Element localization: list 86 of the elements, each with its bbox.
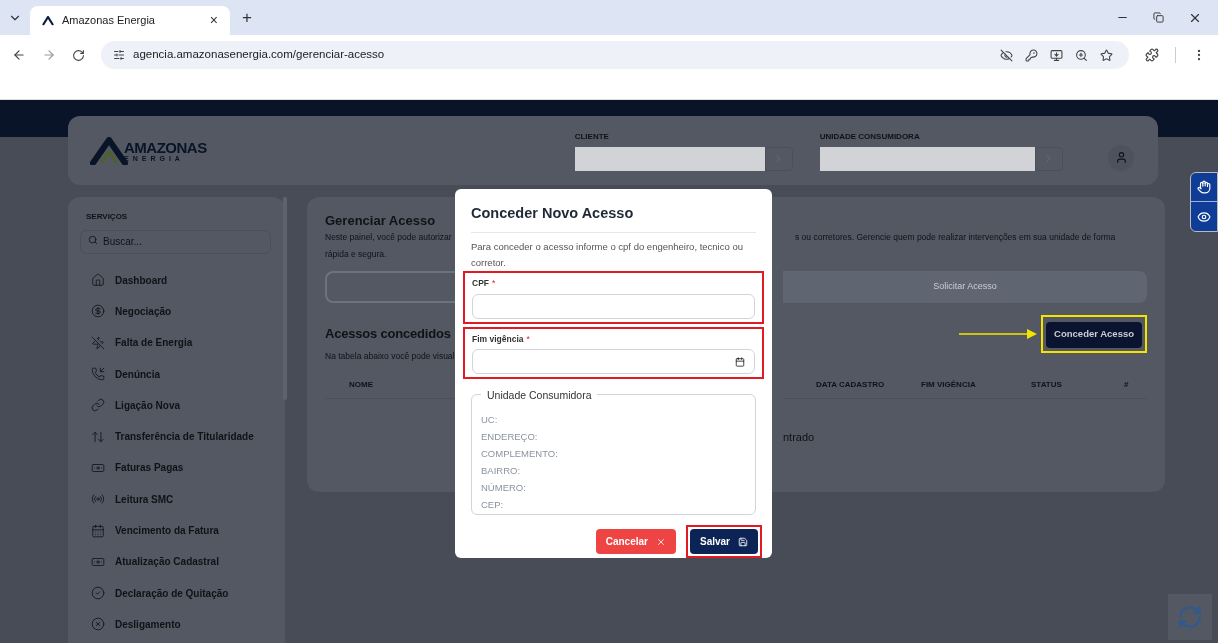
search-icon: [88, 235, 98, 245]
field-label: CLIENTE: [574, 130, 610, 143]
tab-title: Amazonas Energia: [62, 13, 156, 29]
favicon-icon: [42, 15, 54, 26]
select-button[interactable]: [1034, 146, 1063, 171]
user-icon: [1114, 151, 1128, 164]
bookmark-icon[interactable]: [1100, 48, 1113, 62]
save-icon: [738, 536, 748, 547]
info-line: BAIRRO:: [481, 464, 522, 479]
required-mark: *: [492, 276, 496, 290]
lightning-off-icon: [91, 335, 105, 350]
info-line: COMPLEMENTO:: [481, 447, 559, 462]
section-text: Na tabela abaixo você pode visual: [325, 350, 456, 363]
input-field[interactable]: [472, 293, 755, 319]
required-mark: *: [526, 332, 530, 346]
eye-icon[interactable]: [1197, 209, 1211, 224]
phone-icon: [91, 367, 105, 382]
url-text: agencia.amazonasenergia.com/gerenciar-acesso: [133, 47, 386, 63]
info-line: UC:: [481, 413, 499, 428]
dollar-icon: [91, 304, 105, 319]
logo-text: AMAZONAS: [124, 139, 207, 155]
cancel-button[interactable]: Cancelar: [595, 529, 676, 554]
dialog-description: Para conceder o acesso informe o cpf do engenheiro, tecnico ou corretor.: [471, 239, 744, 270]
sidebar-item[interactable]: Ligação Nova: [115, 397, 181, 413]
arrows-icon: [91, 429, 105, 444]
request-access-button[interactable]: Solicitar Acesso: [783, 271, 1147, 303]
field-label: Fim vigência: [472, 332, 524, 346]
link-icon: [91, 398, 105, 413]
column-header: #: [1124, 378, 1130, 391]
column-header: STATUS: [1031, 378, 1063, 391]
key-icon[interactable]: [1025, 48, 1038, 62]
column-header: FIM VIGÊNCIA: [921, 378, 977, 391]
description-text: s ou corretores. Gerencie quem pode realizar intervenções em sua unidade de forma: [794, 231, 1117, 244]
field-label: UNIDADE CONSUMIDORA: [819, 130, 921, 143]
close-icon: [655, 536, 666, 547]
forward-icon[interactable]: [42, 48, 56, 62]
sidebar-heading: SERVIÇOS: [85, 211, 129, 223]
save-button[interactable]: Salvar: [689, 529, 758, 554]
search-field[interactable]: Buscar...: [80, 229, 271, 254]
browser-tab[interactable]: Amazonas Energia ×: [30, 6, 230, 35]
sign-language-icon[interactable]: [1197, 180, 1211, 194]
recaptcha-icon: [1177, 604, 1203, 630]
date-field[interactable]: [472, 349, 755, 375]
dialog-title: Conceder Novo Acesso: [471, 203, 756, 233]
info-line: CEP:: [481, 498, 505, 513]
sidebar-item[interactable]: Desligamento: [115, 616, 181, 632]
restore-icon[interactable]: [1153, 12, 1164, 23]
sidebar-item[interactable]: Falta de Energia: [115, 335, 193, 351]
sidebar-item[interactable]: Denúncia: [115, 366, 160, 382]
signal-icon: [91, 492, 105, 507]
reload-icon[interactable]: [72, 48, 85, 62]
description-text: Neste painel, você pode autorizar: [325, 231, 453, 244]
extensions-icon[interactable]: [1145, 48, 1159, 62]
column-header: DATA CADASTRO: [816, 378, 886, 391]
field-label: CPF: [472, 276, 489, 290]
select-button[interactable]: [764, 146, 793, 171]
page-title: Gerenciar Acesso: [325, 212, 437, 229]
sidebar-item[interactable]: Negociação: [115, 303, 172, 319]
site-info-icon[interactable]: [113, 49, 125, 61]
x-circle-icon: [91, 617, 105, 632]
sidebar-item[interactable]: Leitura SMC: [115, 491, 174, 507]
sidebar-item[interactable]: Dashboard: [115, 272, 168, 288]
address-field[interactable]: agencia.amazonasenergia.com/gerenciar-acesso: [101, 41, 1129, 69]
grant-access-button[interactable]: Conceder Acesso: [1046, 321, 1142, 348]
check-circle-icon: [91, 586, 105, 601]
description-text: rápida e segura.: [325, 248, 388, 261]
new-tab-button[interactable]: +: [242, 4, 252, 31]
install-icon[interactable]: [1050, 48, 1063, 62]
zoom-icon[interactable]: [1075, 48, 1088, 62]
eye-off-icon[interactable]: [1000, 48, 1013, 62]
sidebar-item[interactable]: Declaração de Quitação: [115, 585, 229, 601]
column-header: NOME: [349, 378, 373, 391]
sidebar-item[interactable]: Transferência de Titularidade: [115, 429, 254, 445]
house-icon: [91, 273, 105, 288]
section-title: Acessos concedidos: [325, 325, 452, 343]
user-button[interactable]: [1108, 144, 1134, 171]
info-line: NÚMERO:: [481, 481, 527, 496]
sidebar-item[interactable]: Atualização Cadastral: [115, 554, 219, 570]
sidebar-item[interactable]: Vencimento da Fatura: [115, 523, 219, 538]
tab-close-button[interactable]: ×: [209, 10, 218, 31]
calendar-icon[interactable]: [735, 356, 745, 367]
info-line: ENDEREÇO:: [481, 430, 539, 445]
sidebar-item[interactable]: Faturas Pagas: [115, 460, 184, 476]
calendar-icon: [91, 523, 105, 538]
back-icon[interactable]: [12, 48, 26, 62]
empty-message: ntrado: [783, 430, 816, 445]
